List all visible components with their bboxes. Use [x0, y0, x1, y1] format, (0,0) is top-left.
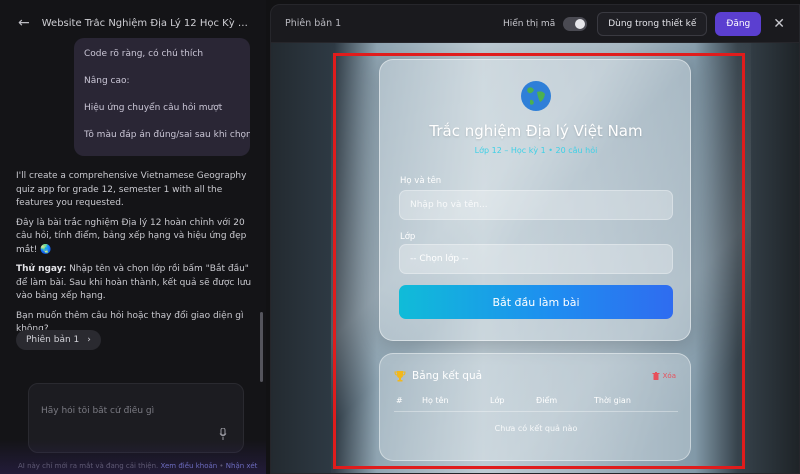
- show-code-toggle[interactable]: [563, 16, 588, 31]
- version-label: Phiên bản 1: [285, 18, 342, 29]
- chat-input[interactable]: [41, 406, 231, 416]
- disclaimer-text: AI này chỉ mới ra mắt và đang cải thiện.: [18, 462, 159, 470]
- disclaimer: AI này chỉ mới ra mắt và đang cải thiện.…: [18, 462, 257, 470]
- ai-summary: Đây là bài trắc nghiệm Địa lý 12 hoàn ch…: [16, 217, 247, 255]
- user-message-bubble: Code rõ ràng, có chú thích Nâng cao: Hiệ…: [74, 38, 250, 156]
- project-title: Website Trắc Nghiệm Địa Lý 12 Học Kỳ 1 (…: [41, 17, 252, 29]
- selection-highlight: [333, 53, 745, 469]
- use-in-design-button[interactable]: Dùng trong thiết kế: [597, 11, 708, 36]
- chat-panel: ← Website Trắc Nghiệm Địa Lý 12 Học Kỳ 1…: [0, 0, 266, 474]
- preview-panel: Phiên bản 1 Hiển thị mã Dùng trong thiết…: [270, 4, 800, 474]
- show-code-label: Hiển thị mã: [502, 18, 556, 29]
- user-message-line: Code rõ ràng, có chú thích: [84, 49, 204, 59]
- toggle-knob: [575, 18, 586, 29]
- close-icon[interactable]: ✕: [773, 16, 785, 32]
- preview-canvas: Trắc nghiệm Địa lý Việt Nam Lớp 12 – Học…: [271, 43, 799, 473]
- chat-scrollbar[interactable]: [260, 312, 263, 382]
- back-arrow-icon[interactable]: ←: [18, 15, 30, 31]
- chat-input-box[interactable]: [28, 383, 244, 453]
- version-pill-label: Phiên bản 1: [26, 335, 80, 345]
- post-button[interactable]: Đăng: [715, 11, 762, 36]
- feedback-link[interactable]: Nhận xét: [226, 462, 258, 470]
- ai-response: I'll create a comprehensive Vietnamese G…: [16, 170, 252, 343]
- microphone-icon[interactable]: [219, 428, 227, 440]
- ai-intro: I'll create a comprehensive Vietnamese G…: [16, 171, 247, 208]
- ai-try-label: Thử ngay:: [16, 264, 67, 274]
- version-pill[interactable]: Phiên bản 1 ›: [16, 330, 101, 350]
- user-message-line: Nâng cao:: [84, 76, 130, 86]
- terms-link[interactable]: Xem điều khoản: [161, 462, 218, 470]
- preview-toolbar: Phiên bản 1 Hiển thị mã Dùng trong thiết…: [271, 5, 799, 43]
- ai-try-paragraph: Thử ngay: Nhập tên và chọn lớp rồi bấm "…: [16, 263, 252, 304]
- chevron-right-icon: ›: [87, 335, 91, 345]
- user-message-line: Tô màu đáp án đúng/sai sau khi chọn: [84, 130, 250, 140]
- separator: •: [217, 462, 226, 470]
- user-message-line: Hiệu ứng chuyển câu hỏi mượt: [84, 103, 223, 113]
